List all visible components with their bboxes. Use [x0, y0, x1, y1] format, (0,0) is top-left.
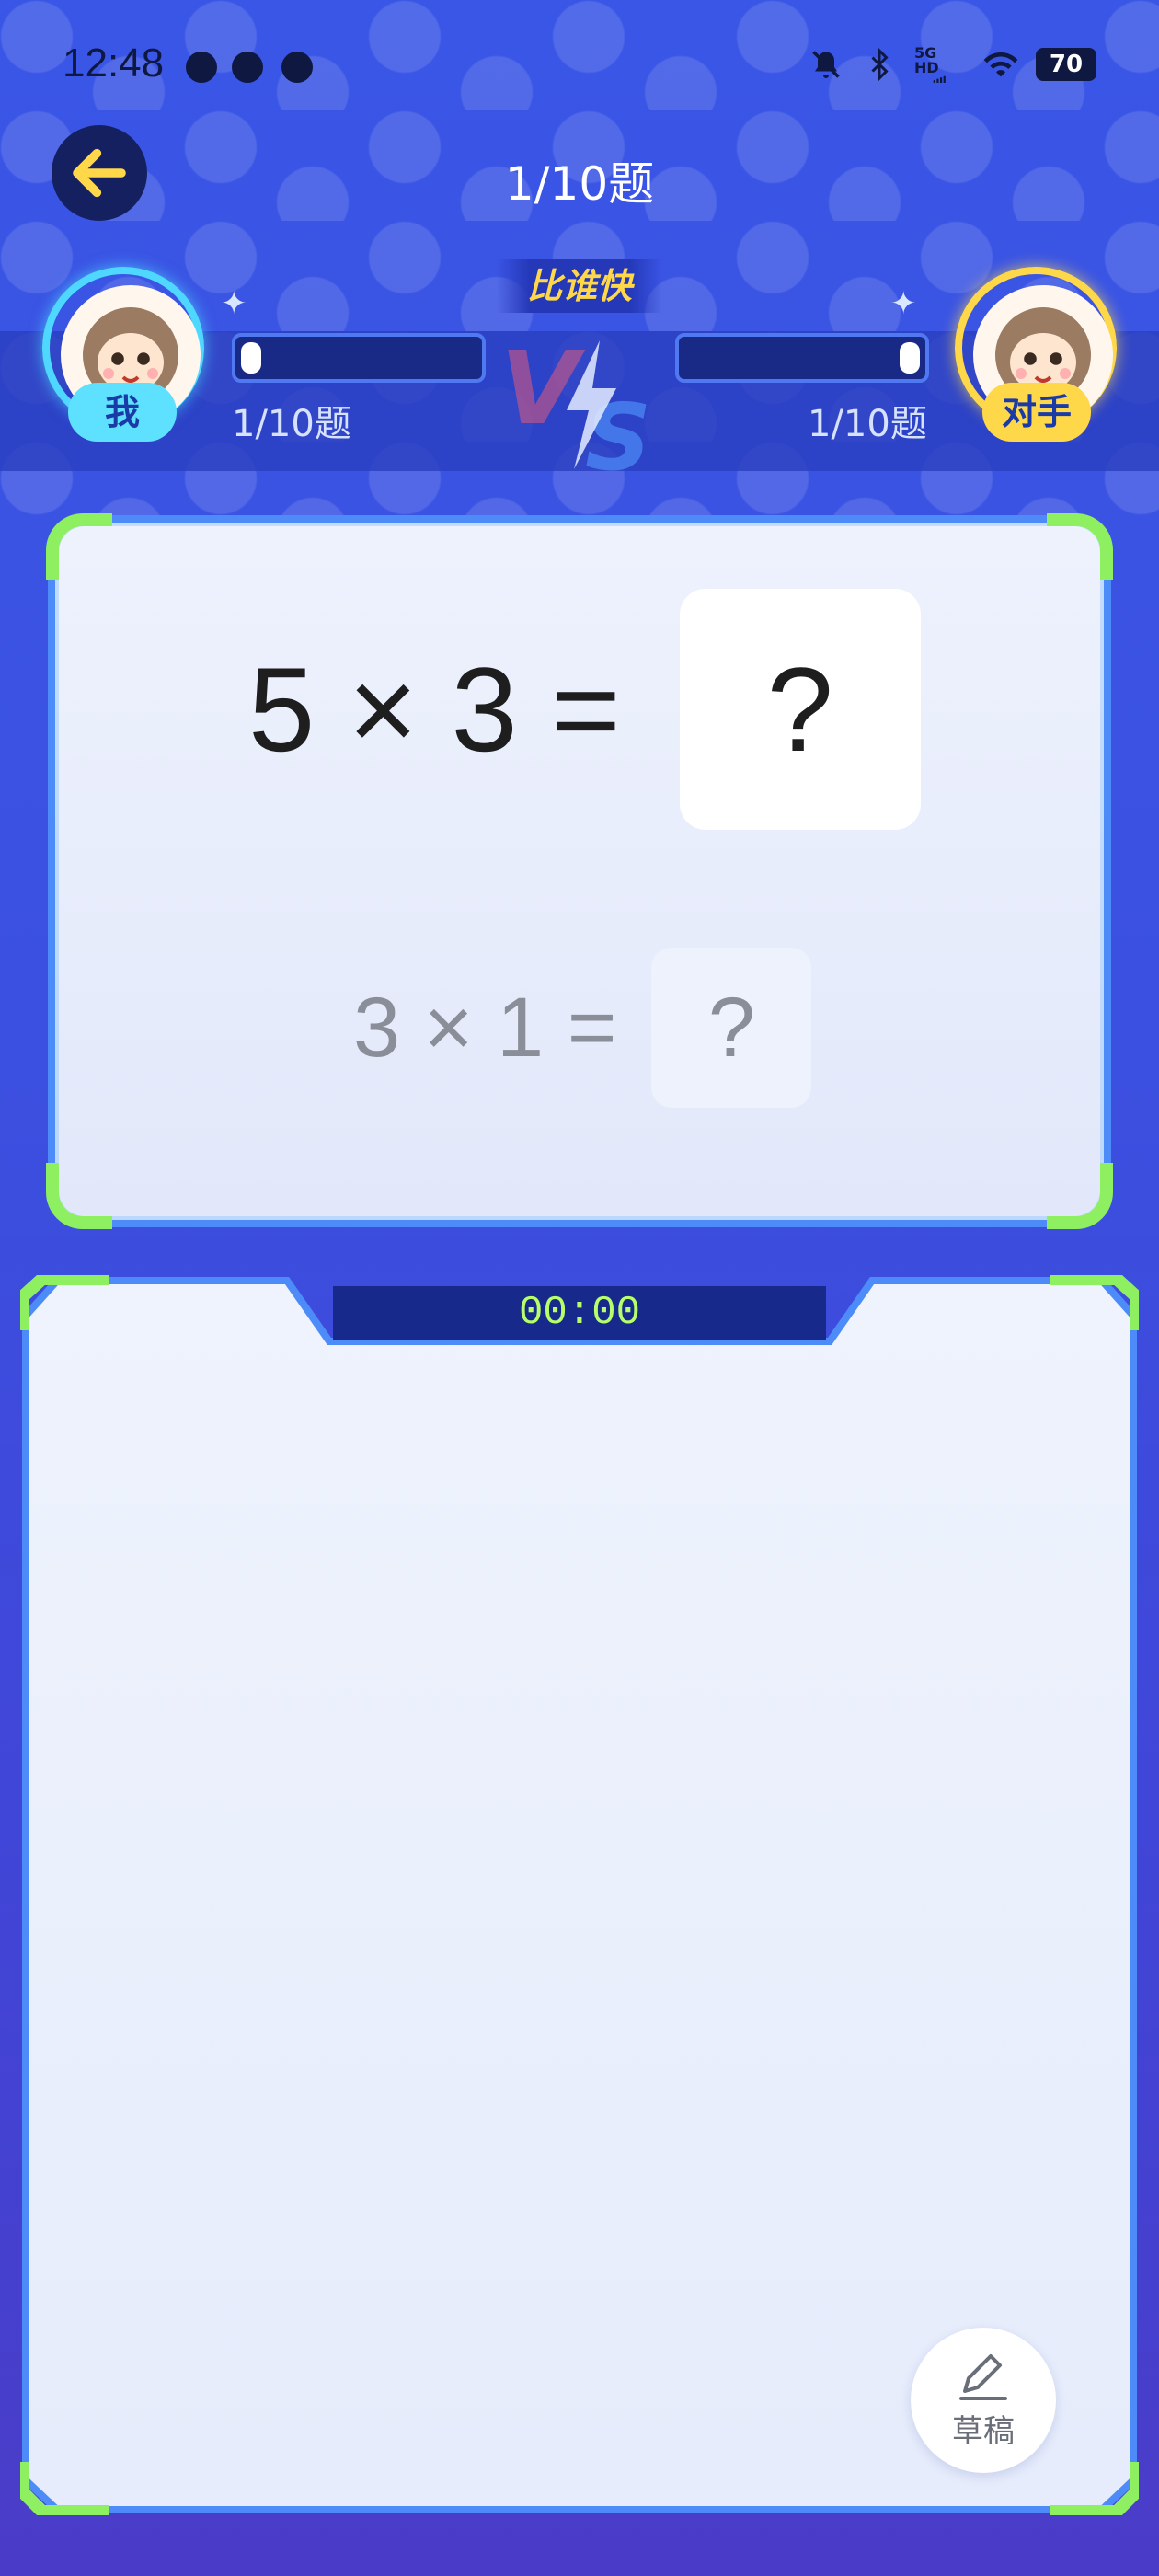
draft-button[interactable]: 草稿: [911, 2328, 1056, 2473]
player-name-opponent: 对手: [982, 383, 1091, 442]
vs-mode-title: 比谁快: [497, 259, 662, 313]
bluetooth-icon: [861, 46, 898, 83]
next-question-expression: 3 × 1 =: [353, 980, 617, 1075]
vs-lightning-icon: V S: [500, 331, 651, 478]
wechat-icon: [232, 52, 263, 83]
question-card: 5 × 3 = ? 3 × 1 = ?: [46, 513, 1113, 1229]
wifi-icon: [982, 46, 1019, 83]
current-question-expression: 5 × 3 =: [248, 642, 621, 776]
progress-bar-me: [232, 333, 486, 383]
pencil-icon: [959, 2353, 1007, 2400]
corner-accent: [1047, 513, 1113, 580]
player-name-me: 我: [68, 383, 177, 442]
mute-bell-icon: [808, 46, 844, 83]
next-answer-box: ?: [651, 948, 812, 1108]
progress-text-me: 1/10题: [232, 403, 351, 445]
current-answer-box[interactable]: ?: [679, 589, 921, 830]
app-notification-icon: [186, 52, 217, 83]
svg-text:V: V: [500, 331, 586, 447]
next-question: 3 × 1 = ?: [353, 948, 812, 1108]
corner-accent: [46, 513, 112, 580]
status-time: 12:48: [63, 40, 165, 86]
page-title: 1/10题: [504, 157, 655, 211]
timer: 00:00: [518, 1290, 641, 1336]
draft-button-label: 草稿: [952, 2412, 1015, 2450]
cellular-signal-icon: 5G HD: [914, 46, 966, 83]
current-question: 5 × 3 = ?: [248, 589, 921, 830]
corner-accent: [1047, 1163, 1113, 1229]
progress-fill-opponent: [900, 342, 920, 374]
battery-indicator: 70: [1036, 48, 1096, 81]
app-notification-icon: [281, 52, 313, 83]
progress-text-opponent: 1/10题: [808, 403, 927, 445]
signal-label: 5G HD: [914, 44, 939, 76]
corner-accent: [46, 1163, 112, 1229]
status-bar: 12:48 5G HD 70: [0, 0, 1159, 138]
sparkle-icon: ✦: [221, 285, 247, 322]
sparkle-icon: ✦: [890, 285, 917, 322]
progress-bar-opponent: [675, 333, 929, 383]
progress-fill-me: [241, 342, 261, 374]
